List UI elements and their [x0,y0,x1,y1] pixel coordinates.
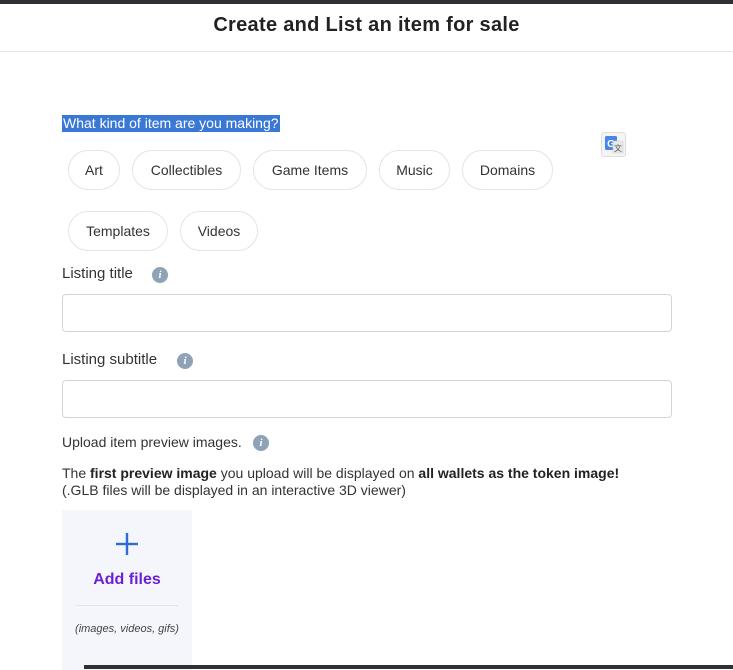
item-type-collectibles[interactable]: Collectibles [132,150,241,190]
upload-hint: (images, videos, gifs) [75,623,179,635]
add-files-button[interactable]: Add files [62,571,192,589]
info-icon[interactable]: i [177,353,193,369]
item-type-templates[interactable]: Templates [68,211,168,251]
item-type-videos[interactable]: Videos [180,211,258,251]
listing-subtitle-input[interactable] [62,380,672,418]
listing-title-input[interactable] [62,294,672,332]
listing-title-label: Listing title [62,265,133,282]
divider [76,605,178,606]
item-type-domains[interactable]: Domains [462,150,553,190]
page-title: Create and List an item for sale [213,14,520,36]
listing-subtitle-label: Listing subtitle [62,351,158,368]
item-type-game-items[interactable]: Game Items [253,150,367,190]
item-type-music[interactable]: Music [379,150,450,190]
svg-text:文: 文 [614,143,622,153]
bottom-bar [84,665,733,669]
upload-description: The first preview image you upload will … [62,465,620,498]
info-icon[interactable]: i [253,435,269,451]
google-translate-icon[interactable]: G 文 [601,132,626,157]
add-files-dropzone[interactable]: Add files (images, videos, gifs) [62,510,192,670]
upload-label: Upload item preview images. [62,434,242,450]
translate-glyph-icon: G 文 [605,136,624,154]
item-type-question: What kind of item are you making? [62,115,280,132]
page-header: Create and List an item for sale [0,4,733,52]
plus-icon [62,528,192,562]
item-type-art[interactable]: Art [68,150,120,190]
info-icon[interactable]: i [152,267,168,283]
